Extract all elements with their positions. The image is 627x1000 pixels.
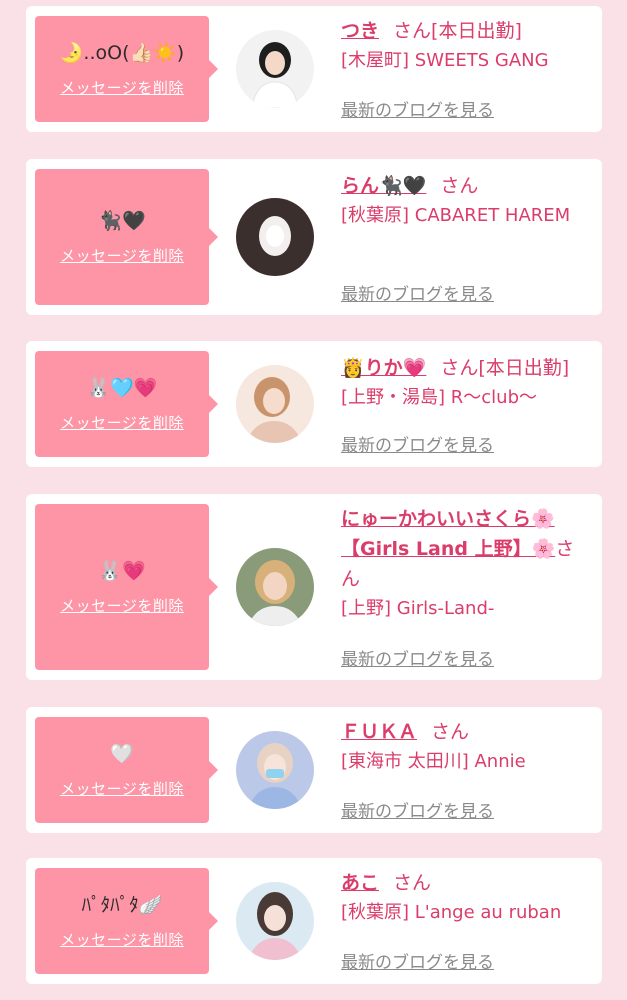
honorific: さん: [431, 721, 470, 743]
attendance-status: [本日出勤]: [478, 357, 570, 379]
girl-name-link[interactable]: つき: [341, 20, 379, 42]
shop-info: [木屋町] SWEETS GANG: [341, 50, 549, 71]
profile-photo-icon: [236, 731, 314, 809]
delete-message-link[interactable]: メッセージを削除: [60, 778, 184, 799]
message-card: ﾊﾟﾀﾊﾟﾀ🪽 メッセージを削除 あこ さん [秋葉原] L'ange au ru…: [26, 858, 602, 984]
message-text: 🤍: [110, 742, 134, 765]
shop-info: [上野・湯島] R〜club〜: [341, 387, 538, 408]
message-bubble: 🌛..oO(👍🏻☀️) メッセージを削除: [35, 16, 218, 122]
girl-name-line: にゅーかわいいさくら🌸【Girls Land 上野】🌸さん: [341, 504, 593, 594]
avatar[interactable]: [236, 198, 314, 276]
shop-info: [秋葉原] CABARET HAREM: [341, 205, 571, 226]
message-card: 🐰🩵💗 メッセージを削除 👸りか💗 さん[本日出勤] [上野・湯島] R〜club…: [26, 341, 602, 467]
latest-blog-link[interactable]: 最新のブログを見る: [341, 96, 494, 121]
girl-name-line: らん🐈‍⬛🖤 さん: [341, 171, 593, 201]
latest-blog-link[interactable]: 最新のブログを見る: [341, 948, 494, 973]
message-text: 🐰💗: [98, 559, 146, 582]
girl-name-link[interactable]: 👸りか💗: [341, 357, 426, 379]
girl-name-line: 👸りか💗 さん[本日出勤]: [341, 353, 593, 383]
girl-name-link[interactable]: らん🐈‍⬛🖤: [341, 175, 426, 197]
message-card: 🐈‍⬛🖤 メッセージを削除 らん🐈‍⬛🖤 さん [秋葉原] CABARET HAR…: [26, 159, 602, 315]
avatar[interactable]: [236, 731, 314, 809]
delete-message-link[interactable]: メッセージを削除: [60, 245, 184, 266]
profile-photo-icon: [236, 365, 314, 443]
girl-name-link[interactable]: にゅーかわいいさくら🌸【Girls Land 上野】🌸: [341, 508, 555, 560]
message-card: 🤍 メッセージを削除 ＦＵＫＡ さん [東海市 太田川] Annie 最新のブログ…: [26, 707, 602, 833]
profile-photo-icon: [236, 882, 314, 960]
message-card: 🌛..oO(👍🏻☀️) メッセージを削除 つき さん[本日出勤] [木屋町] SW…: [26, 6, 602, 132]
delete-message-link[interactable]: メッセージを削除: [60, 412, 184, 433]
message-bubble: 🐈‍⬛🖤 メッセージを削除: [35, 169, 218, 305]
honorific: さん: [440, 175, 479, 197]
honorific: さん: [440, 357, 479, 379]
honorific: さん: [393, 872, 432, 894]
message-text: 🐰🩵💗: [86, 376, 158, 399]
girl-name-line: ＦＵＫＡ さん: [341, 717, 593, 747]
girl-name-line: あこ さん: [341, 868, 593, 898]
latest-blog-link[interactable]: 最新のブログを見る: [341, 797, 494, 822]
message-card: 🐰💗 メッセージを削除 にゅーかわいいさくら🌸【Girls Land 上野】🌸さ…: [26, 494, 602, 680]
shop-info: [東海市 太田川] Annie: [341, 751, 526, 772]
message-text: 🌛..oO(👍🏻☀️): [59, 41, 185, 64]
girl-name-line: つき さん[本日出勤]: [341, 16, 593, 46]
message-bubble: 🐰🩵💗 メッセージを削除: [35, 351, 218, 457]
shop-info: [上野] Girls-Land-: [341, 598, 495, 619]
avatar[interactable]: [236, 882, 314, 960]
message-text: 🐈‍⬛🖤: [98, 209, 146, 232]
attendance-status: [本日出勤]: [431, 20, 522, 42]
profile-photo-icon: [236, 548, 314, 626]
message-bubble: ﾊﾟﾀﾊﾟﾀ🪽 メッセージを削除: [35, 868, 218, 974]
honorific: さん: [393, 20, 432, 42]
avatar[interactable]: [236, 548, 314, 626]
delete-message-link[interactable]: メッセージを削除: [60, 929, 184, 950]
profile-photo-icon: [236, 198, 314, 276]
shop-info: [秋葉原] L'ange au ruban: [341, 902, 562, 923]
message-text: ﾊﾟﾀﾊﾟﾀ🪽: [81, 893, 163, 916]
latest-blog-link[interactable]: 最新のブログを見る: [341, 645, 494, 670]
avatar[interactable]: [236, 30, 314, 108]
girl-name-link[interactable]: あこ: [341, 872, 379, 894]
latest-blog-link[interactable]: 最新のブログを見る: [341, 431, 494, 456]
delete-message-link[interactable]: メッセージを削除: [60, 595, 184, 616]
delete-message-link[interactable]: メッセージを削除: [60, 77, 184, 98]
message-bubble: 🤍 メッセージを削除: [35, 717, 218, 823]
avatar[interactable]: [236, 365, 314, 443]
profile-photo-icon: [236, 30, 314, 108]
girl-name-link[interactable]: ＦＵＫＡ: [341, 721, 417, 743]
message-bubble: 🐰💗 メッセージを削除: [35, 504, 218, 670]
latest-blog-link[interactable]: 最新のブログを見る: [341, 280, 494, 305]
message-list: 🌛..oO(👍🏻☀️) メッセージを削除 つき さん[本日出勤] [木屋町] SW…: [0, 0, 627, 1000]
